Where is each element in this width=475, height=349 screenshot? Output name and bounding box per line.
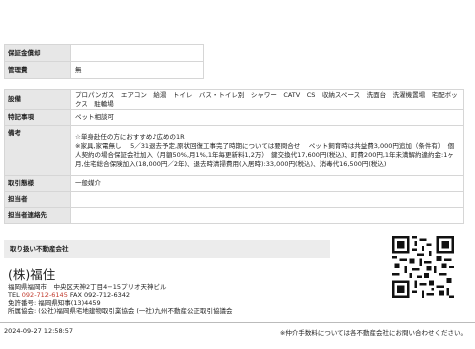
special-notes-label: 特記事項 [4,109,71,126]
property-info-table-detail: 設備 プロパンガス エアコン 給湯 トイレ バス・トイレ別 シャワー CATV … [4,89,464,224]
management-fee-value: 無 [70,61,204,79]
management-fee-label: 管理費 [4,61,71,79]
agency-section-title: 取り扱い不動産会社 [4,240,330,258]
special-notes-value: ペット相談可 [70,109,464,126]
remarks-value: ☆単身赴任の方におすすめ♪広めの1R ※家具,家電無し 5／31退去予定,原状回… [70,125,464,176]
contact-info-value [70,207,464,224]
agency-name: (株)福住 [8,267,56,282]
property-info-table-top: 保証金償却 管理費 無 [4,44,464,79]
remarks-label: 備考 [4,125,71,176]
qr-code-icon [392,236,454,298]
fax-number: FAX 092-712-6342 [69,291,131,299]
agency-address: 福岡県福岡市 中央区天神2丁目4−15プリオ天神ビル [8,283,167,291]
commission-notice: ※仲介手数料については各不動産会社にお問い合わせください。 [279,329,467,337]
agency-phone-line: TEL 092-712-6145 FAX 092-712-6342 [8,291,130,299]
transaction-type-label: 取引態様 [4,175,71,192]
association: 所属協会: (公社)福岡県宅地建物取引業協会 (一社)九州不動産公正取引協議会 [8,307,233,315]
contact-person-value [70,191,464,208]
footer-divider [0,322,475,323]
facilities-label: 設備 [4,89,71,110]
contact-person-label: 担当者 [4,191,71,208]
print-timestamp: 2024-09-27 12:58:57 [4,327,74,335]
tel-link[interactable]: 092-712-6145 [22,291,68,299]
tel-label: TEL [8,291,20,299]
deposit-amortization-label: 保証金償却 [4,44,71,62]
contact-info-label: 担当者連絡先 [4,207,71,224]
transaction-type-value: 一般媒介 [70,175,464,192]
license-number: 免許番号: 福岡県知事(13)4459 [8,299,101,307]
deposit-amortization-value [70,44,204,62]
facilities-value: プロパンガス エアコン 給湯 トイレ バス・トイレ別 シャワー CATV CS … [70,89,464,110]
